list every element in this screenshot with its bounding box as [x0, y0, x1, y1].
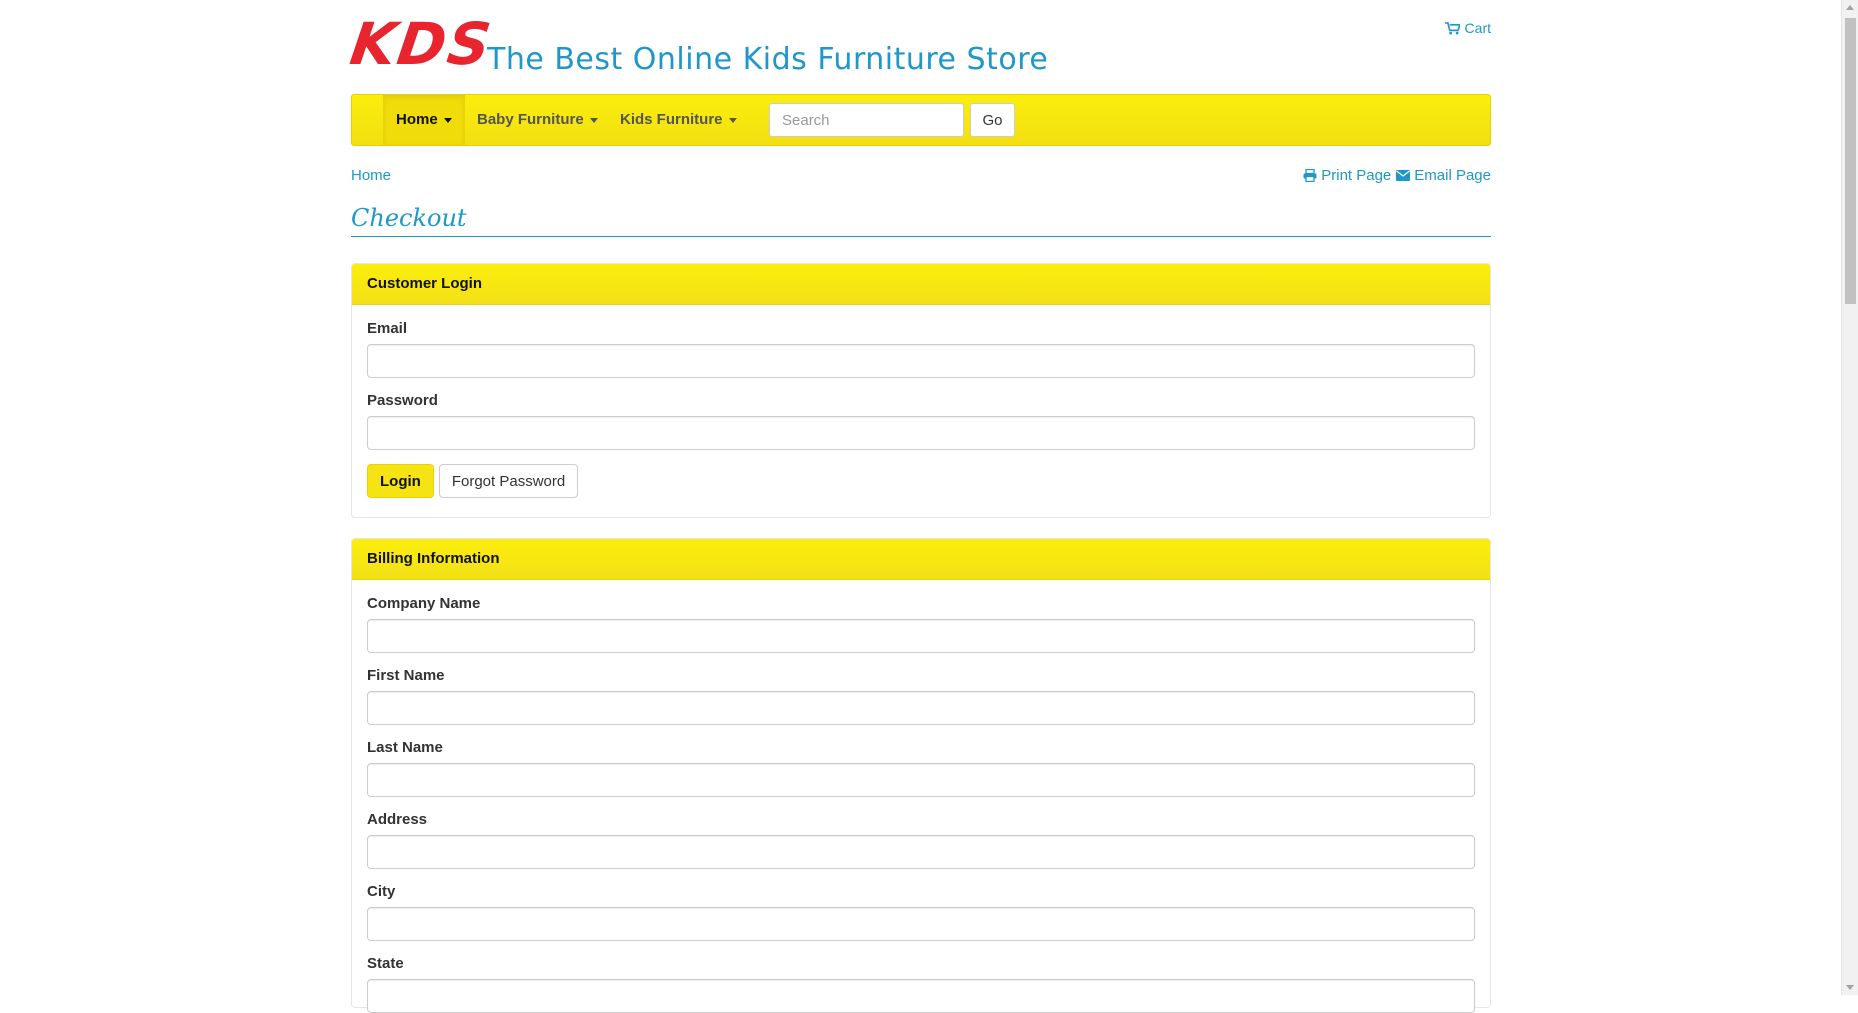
- shopping-cart-icon: [1444, 21, 1460, 35]
- print-page-label: Print Page: [1321, 167, 1392, 184]
- last-name-field[interactable]: [367, 763, 1475, 797]
- email-field[interactable]: [367, 344, 1475, 378]
- password-field[interactable]: [367, 416, 1475, 450]
- caret-down-icon: [589, 117, 598, 123]
- address-field[interactable]: [367, 835, 1475, 869]
- breadcrumb-home[interactable]: Home: [351, 167, 391, 184]
- nav-item-label: Baby Furniture: [477, 111, 584, 128]
- state-label: State: [367, 955, 404, 972]
- main-navbar: Home Baby Furniture Kids Furniture Go: [351, 94, 1491, 146]
- email-page-label: Email Page: [1414, 167, 1491, 184]
- panel-heading: Customer Login: [352, 264, 1490, 305]
- state-field[interactable]: [367, 979, 1475, 1013]
- login-button[interactable]: Login: [367, 464, 434, 498]
- company-name-label: Company Name: [367, 595, 481, 612]
- first-name-field[interactable]: [367, 691, 1475, 725]
- search-go-button[interactable]: Go: [970, 103, 1015, 137]
- email-label: Email: [367, 320, 408, 337]
- scrollbar-thumb[interactable]: [1845, 18, 1856, 304]
- last-name-label: Last Name: [367, 739, 443, 756]
- company-name-field[interactable]: [367, 619, 1475, 653]
- caret-down-icon: [728, 117, 737, 123]
- printer-icon: [1303, 169, 1317, 182]
- nav-item-baby-furniture[interactable]: Baby Furniture: [464, 95, 611, 145]
- vertical-scrollbar[interactable]: [1841, 0, 1858, 995]
- envelope-icon: [1396, 170, 1411, 181]
- scroll-down-arrow-icon[interactable]: [1846, 985, 1854, 990]
- address-label: Address: [367, 811, 428, 828]
- email-page-link[interactable]: Email Page: [1396, 167, 1491, 184]
- first-name-label: First Name: [367, 667, 445, 684]
- city-field[interactable]: [367, 907, 1475, 941]
- site-tagline: The Best Online Kids Furniture Store: [487, 42, 1049, 77]
- nav-item-label: Home: [396, 111, 438, 128]
- search-input[interactable]: [769, 103, 964, 137]
- page-utilities: Print Page Email Page: [1303, 167, 1491, 184]
- forgot-password-button[interactable]: Forgot Password: [438, 464, 579, 498]
- scroll-up-arrow-icon[interactable]: [1846, 5, 1854, 10]
- nav-item-kids-furniture[interactable]: Kids Furniture: [607, 95, 750, 145]
- site-logo[interactable]: KDS: [346, 10, 496, 78]
- cart-label: Cart: [1464, 20, 1491, 36]
- nav-item-label: Kids Furniture: [620, 111, 723, 128]
- caret-down-icon: [443, 117, 452, 123]
- city-label: City: [367, 883, 396, 900]
- password-label: Password: [367, 392, 438, 409]
- panel-heading: Billing Information: [352, 539, 1490, 580]
- print-page-link[interactable]: Print Page: [1303, 167, 1391, 184]
- billing-information-panel: Billing Information Company Name First N…: [351, 538, 1491, 1013]
- page-title: Checkout: [351, 204, 1491, 237]
- nav-item-home[interactable]: Home: [383, 95, 465, 145]
- cart-link[interactable]: Cart: [1444, 20, 1491, 36]
- customer-login-panel: Customer Login Email Password Login Forg…: [351, 263, 1491, 518]
